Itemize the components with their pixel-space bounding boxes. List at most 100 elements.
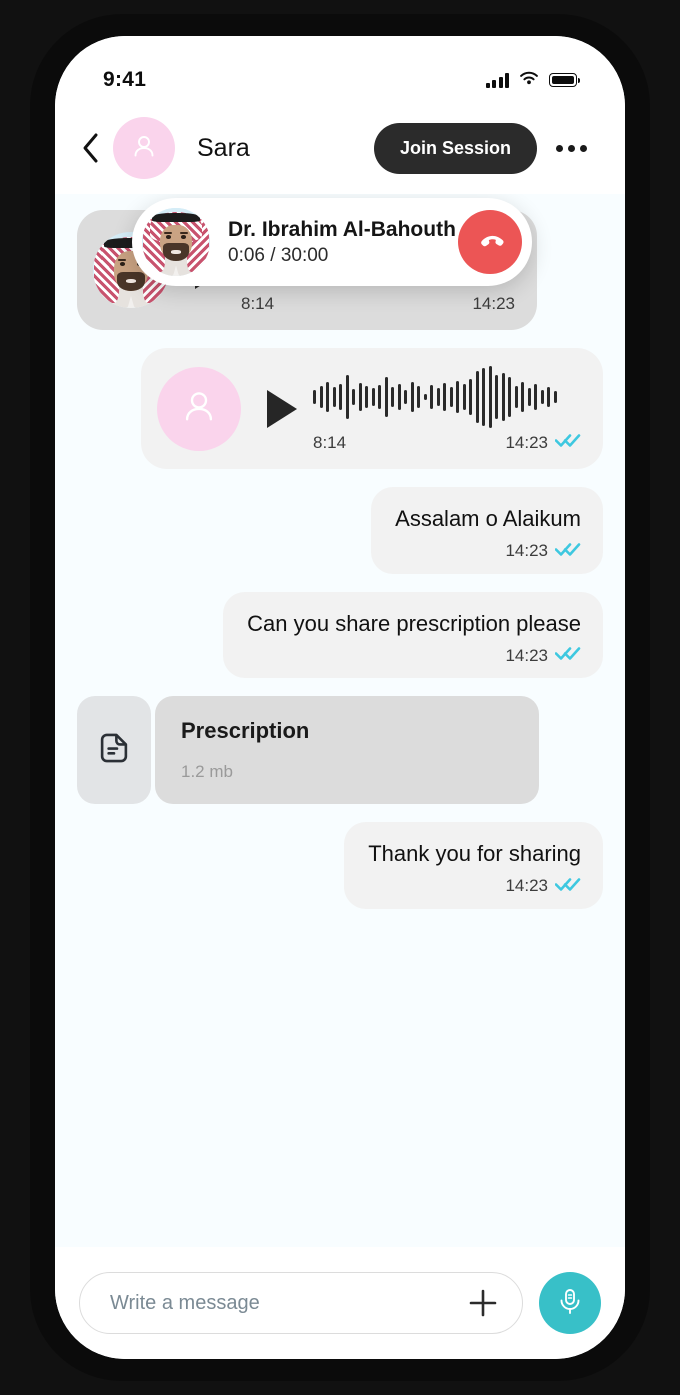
call-banner-text: Dr. Ibrahim Al-Bahouth 0:06 / 30:00 <box>228 218 458 267</box>
waveform-bar <box>378 385 381 409</box>
attach-button[interactable] <box>466 1286 500 1320</box>
back-button[interactable] <box>73 126 107 170</box>
waveform-bar <box>521 382 524 412</box>
waveform-bar <box>514 386 518 408</box>
message-timestamp: 14:23 <box>505 541 548 560</box>
text-message-bubble[interactable]: Assalam o Alaikum 14:23 <box>371 487 603 574</box>
active-call-banner[interactable]: Dr. Ibrahim Al-Bahouth 0:06 / 30:00 <box>132 198 532 286</box>
file-title: Prescription <box>181 718 310 743</box>
waveform-bar <box>423 394 427 400</box>
chat-header: Sara Join Session <box>55 102 625 194</box>
phone-screen: 9:41 Sara Join Session 8:14 14:23 8:14 1… <box>55 36 625 1359</box>
call-timer: 0:06 / 30:00 <box>228 244 329 266</box>
waveform-bar <box>462 384 466 410</box>
voice-duration: 8:14 <box>313 432 347 452</box>
play-icon[interactable] <box>267 389 297 428</box>
message-meta: 14:23 <box>247 645 581 666</box>
waveform-bar <box>547 387 550 407</box>
waveform-bar <box>345 375 349 419</box>
waveform-bar <box>430 385 433 409</box>
waveform-bar <box>313 390 316 404</box>
waveform-bar <box>482 368 485 426</box>
end-call-button[interactable] <box>458 210 522 274</box>
text-message-bubble[interactable]: Thank you for sharing 14:23 <box>344 822 603 909</box>
waveform-bar <box>553 391 557 403</box>
waveform-bar <box>508 377 511 417</box>
double-check-icon <box>554 876 581 897</box>
message-row-voice-outgoing: 8:14 14:23 <box>77 348 603 469</box>
message-input-container[interactable]: Write a message <box>79 1272 523 1334</box>
message-row-text-2: Can you share prescription please 14:23 <box>77 591 603 678</box>
double-check-icon <box>554 432 581 453</box>
message-timestamp: 14:23 <box>505 645 548 665</box>
voice-duration: 8:14 <box>241 294 275 313</box>
file-icon-container <box>77 696 151 804</box>
more-options-button[interactable] <box>551 128 591 168</box>
avatar <box>157 366 241 451</box>
voice-waveform[interactable] <box>313 364 581 430</box>
wifi-icon <box>518 70 540 91</box>
message-meta: 14:23 <box>368 876 581 897</box>
waveform-bar <box>501 373 505 421</box>
status-bar-icons <box>485 70 580 91</box>
avatar[interactable] <box>113 117 175 179</box>
document-icon <box>95 729 133 772</box>
waveform-bar <box>365 386 368 408</box>
chevron-left-icon <box>80 132 100 164</box>
file-attachment-message[interactable]: Prescription 1.2 mb <box>77 696 539 804</box>
waveform-bar <box>469 379 472 415</box>
waveform-bar <box>436 388 440 406</box>
waveform-bar <box>384 377 388 417</box>
waveform-bar <box>391 387 394 407</box>
text-message-bubble[interactable]: Can you share prescription please 14:23 <box>223 591 603 678</box>
person-avatar-icon <box>178 385 220 432</box>
person-avatar-icon <box>129 131 159 166</box>
voice-record-button[interactable] <box>539 1272 601 1334</box>
join-session-button[interactable]: Join Session <box>373 122 537 174</box>
more-horizontal-icon-dot3 <box>579 144 587 152</box>
waveform-bar <box>326 382 329 412</box>
waveform-bar <box>540 390 544 404</box>
message-timestamp: 14:23 <box>472 294 515 313</box>
page-title: Sara <box>197 133 250 162</box>
doctor-photo-avatar <box>142 208 210 276</box>
microphone-icon <box>554 1285 586 1322</box>
waveform-bar <box>339 384 342 410</box>
message-timestamp: 14:23 <box>505 432 548 452</box>
message-text: Assalam o Alaikum <box>395 506 581 531</box>
waveform-bar <box>404 390 407 404</box>
message-meta: 14:23 <box>395 541 581 562</box>
waveform-bar <box>449 387 453 407</box>
status-bar-time: 9:41 <box>103 68 147 91</box>
message-row-file: Prescription 1.2 mb <box>77 696 603 804</box>
cellular-bars-icon <box>485 72 509 88</box>
plus-icon <box>466 1289 500 1324</box>
waveform-bar <box>488 366 492 428</box>
caller-name: Dr. Ibrahim Al-Bahouth <box>228 217 456 241</box>
message-timestamp: 14:23 <box>505 876 548 895</box>
waveform-bar <box>352 389 355 405</box>
voice-status: 14:23 <box>505 432 581 453</box>
message-composer: Write a message <box>55 1247 625 1359</box>
waveform-bar <box>534 384 537 410</box>
more-horizontal-icon-dot2 <box>567 144 575 152</box>
message-row-text-1: Assalam o Alaikum 14:23 <box>77 487 603 574</box>
waveform-bar <box>417 386 420 408</box>
waveform-bar <box>495 375 498 419</box>
file-size: 1.2 mb <box>181 762 233 781</box>
waveform-bar <box>456 381 459 413</box>
double-check-icon <box>554 541 581 562</box>
voice-message-bubble-outgoing[interactable]: 8:14 14:23 <box>141 348 603 469</box>
waveform-bar <box>371 388 375 406</box>
voice-message-meta: 8:14 14:23 <box>241 294 515 314</box>
waveform-bar <box>527 388 531 406</box>
message-row-text-3: Thank you for sharing 14:23 <box>77 822 603 909</box>
waveform-bar <box>410 382 414 412</box>
message-input-placeholder[interactable]: Write a message <box>110 1292 466 1315</box>
voice-message-meta: 8:14 14:23 <box>313 432 581 453</box>
waveform-bar <box>358 383 362 411</box>
file-card[interactable]: Prescription 1.2 mb <box>155 696 539 804</box>
message-list[interactable]: 8:14 14:23 8:14 14:23 Assalam o Alaikum … <box>55 194 625 1247</box>
voice-status: 14:23 <box>472 294 515 314</box>
voice-waveform-wrap: 8:14 14:23 <box>313 364 581 453</box>
